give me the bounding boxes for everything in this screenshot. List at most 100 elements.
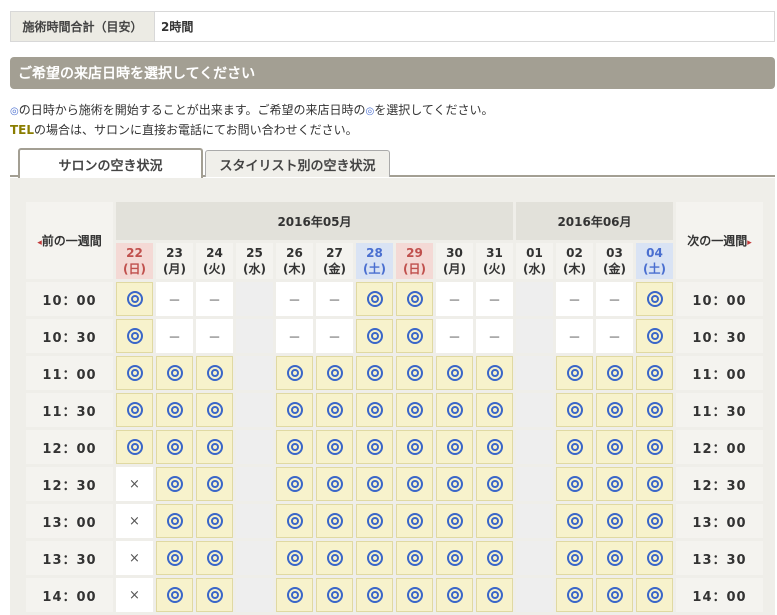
available-slot[interactable] (316, 393, 353, 427)
available-slot[interactable] (316, 541, 353, 575)
available-slot[interactable] (636, 430, 673, 464)
available-slot[interactable] (356, 393, 393, 427)
available-slot[interactable] (196, 393, 233, 427)
tab-salon-availability[interactable]: サロンの空き状況 (18, 148, 203, 179)
available-slot[interactable] (396, 393, 433, 427)
available-slot[interactable] (276, 541, 313, 575)
available-slot[interactable] (636, 393, 673, 427)
available-slot[interactable] (596, 430, 633, 464)
available-slot[interactable] (636, 578, 673, 612)
available-slot[interactable] (476, 541, 513, 575)
available-slot[interactable] (276, 356, 313, 390)
available-slot[interactable] (476, 467, 513, 501)
tab-stylist-availability[interactable]: スタイリスト別の空き状況 (205, 150, 390, 177)
available-slot[interactable] (596, 541, 633, 575)
available-slot[interactable] (316, 467, 353, 501)
available-slot[interactable] (356, 541, 393, 575)
available-slot[interactable] (556, 504, 593, 538)
available-slot[interactable] (476, 504, 513, 538)
available-slot[interactable] (636, 282, 673, 316)
available-slot[interactable] (596, 393, 633, 427)
time-label: 13：00 (676, 504, 763, 538)
available-slot[interactable] (356, 467, 393, 501)
available-slot[interactable] (116, 356, 153, 390)
available-slot[interactable] (396, 319, 433, 353)
available-slot[interactable] (356, 319, 393, 353)
available-slot[interactable] (316, 356, 353, 390)
available-slot[interactable] (156, 430, 193, 464)
available-slot[interactable] (276, 467, 313, 501)
available-slot[interactable] (196, 578, 233, 612)
available-slot[interactable] (196, 467, 233, 501)
available-slot[interactable] (396, 541, 433, 575)
available-slot[interactable] (436, 578, 473, 612)
available-slot[interactable] (476, 356, 513, 390)
next-week-button[interactable]: 次の一週間▸ (676, 202, 763, 279)
available-slot[interactable] (276, 504, 313, 538)
available-slot[interactable] (636, 356, 673, 390)
available-slot[interactable] (436, 356, 473, 390)
available-slot[interactable] (356, 430, 393, 464)
available-slot[interactable] (476, 430, 513, 464)
available-slot[interactable] (556, 541, 593, 575)
available-slot[interactable] (396, 282, 433, 316)
available-slot[interactable] (556, 356, 593, 390)
available-slot[interactable] (356, 504, 393, 538)
available-slot[interactable] (436, 541, 473, 575)
available-slot[interactable] (156, 467, 193, 501)
available-slot[interactable] (596, 504, 633, 538)
available-slot[interactable] (156, 504, 193, 538)
double-circle-icon (286, 439, 303, 455)
available-slot[interactable] (436, 430, 473, 464)
available-slot[interactable] (156, 578, 193, 612)
available-slot[interactable] (556, 430, 593, 464)
available-slot[interactable] (356, 282, 393, 316)
available-slot[interactable] (316, 504, 353, 538)
available-slot[interactable] (476, 578, 513, 612)
available-slot[interactable] (636, 467, 673, 501)
available-slot[interactable] (116, 430, 153, 464)
double-circle-icon (206, 587, 223, 603)
available-slot[interactable] (556, 467, 593, 501)
available-slot[interactable] (396, 504, 433, 538)
available-slot[interactable] (396, 578, 433, 612)
available-slot[interactable] (116, 282, 153, 316)
available-slot[interactable] (636, 319, 673, 353)
available-slot[interactable] (196, 356, 233, 390)
available-slot[interactable] (116, 393, 153, 427)
weekday-label: (金) (323, 262, 346, 276)
available-slot[interactable] (476, 393, 513, 427)
available-slot[interactable] (396, 430, 433, 464)
available-slot[interactable] (436, 504, 473, 538)
available-slot[interactable] (596, 578, 633, 612)
available-slot[interactable] (316, 578, 353, 612)
available-slot[interactable] (116, 319, 153, 353)
available-slot[interactable] (276, 430, 313, 464)
total-time-value: 2時間 (161, 20, 194, 34)
available-slot[interactable] (276, 578, 313, 612)
available-slot[interactable] (276, 393, 313, 427)
available-slot[interactable] (636, 541, 673, 575)
available-slot[interactable] (596, 356, 633, 390)
available-slot[interactable] (396, 467, 433, 501)
available-slot[interactable] (556, 578, 593, 612)
available-slot[interactable] (196, 541, 233, 575)
available-slot[interactable] (156, 541, 193, 575)
available-slot[interactable] (196, 430, 233, 464)
available-slot[interactable] (316, 430, 353, 464)
available-slot[interactable] (636, 504, 673, 538)
available-slot[interactable] (436, 467, 473, 501)
double-circle-icon (646, 476, 663, 492)
available-slot[interactable] (156, 393, 193, 427)
prev-week-button[interactable]: ◂前の一週間 (26, 202, 113, 279)
available-slot[interactable] (156, 356, 193, 390)
available-slot[interactable] (556, 393, 593, 427)
available-slot[interactable] (436, 393, 473, 427)
double-circle-icon (406, 402, 423, 418)
available-slot[interactable] (596, 467, 633, 501)
available-slot[interactable] (356, 578, 393, 612)
available-slot[interactable] (356, 356, 393, 390)
instruction-text: を選択してください。 (374, 103, 494, 117)
available-slot[interactable] (396, 356, 433, 390)
available-slot[interactable] (196, 504, 233, 538)
